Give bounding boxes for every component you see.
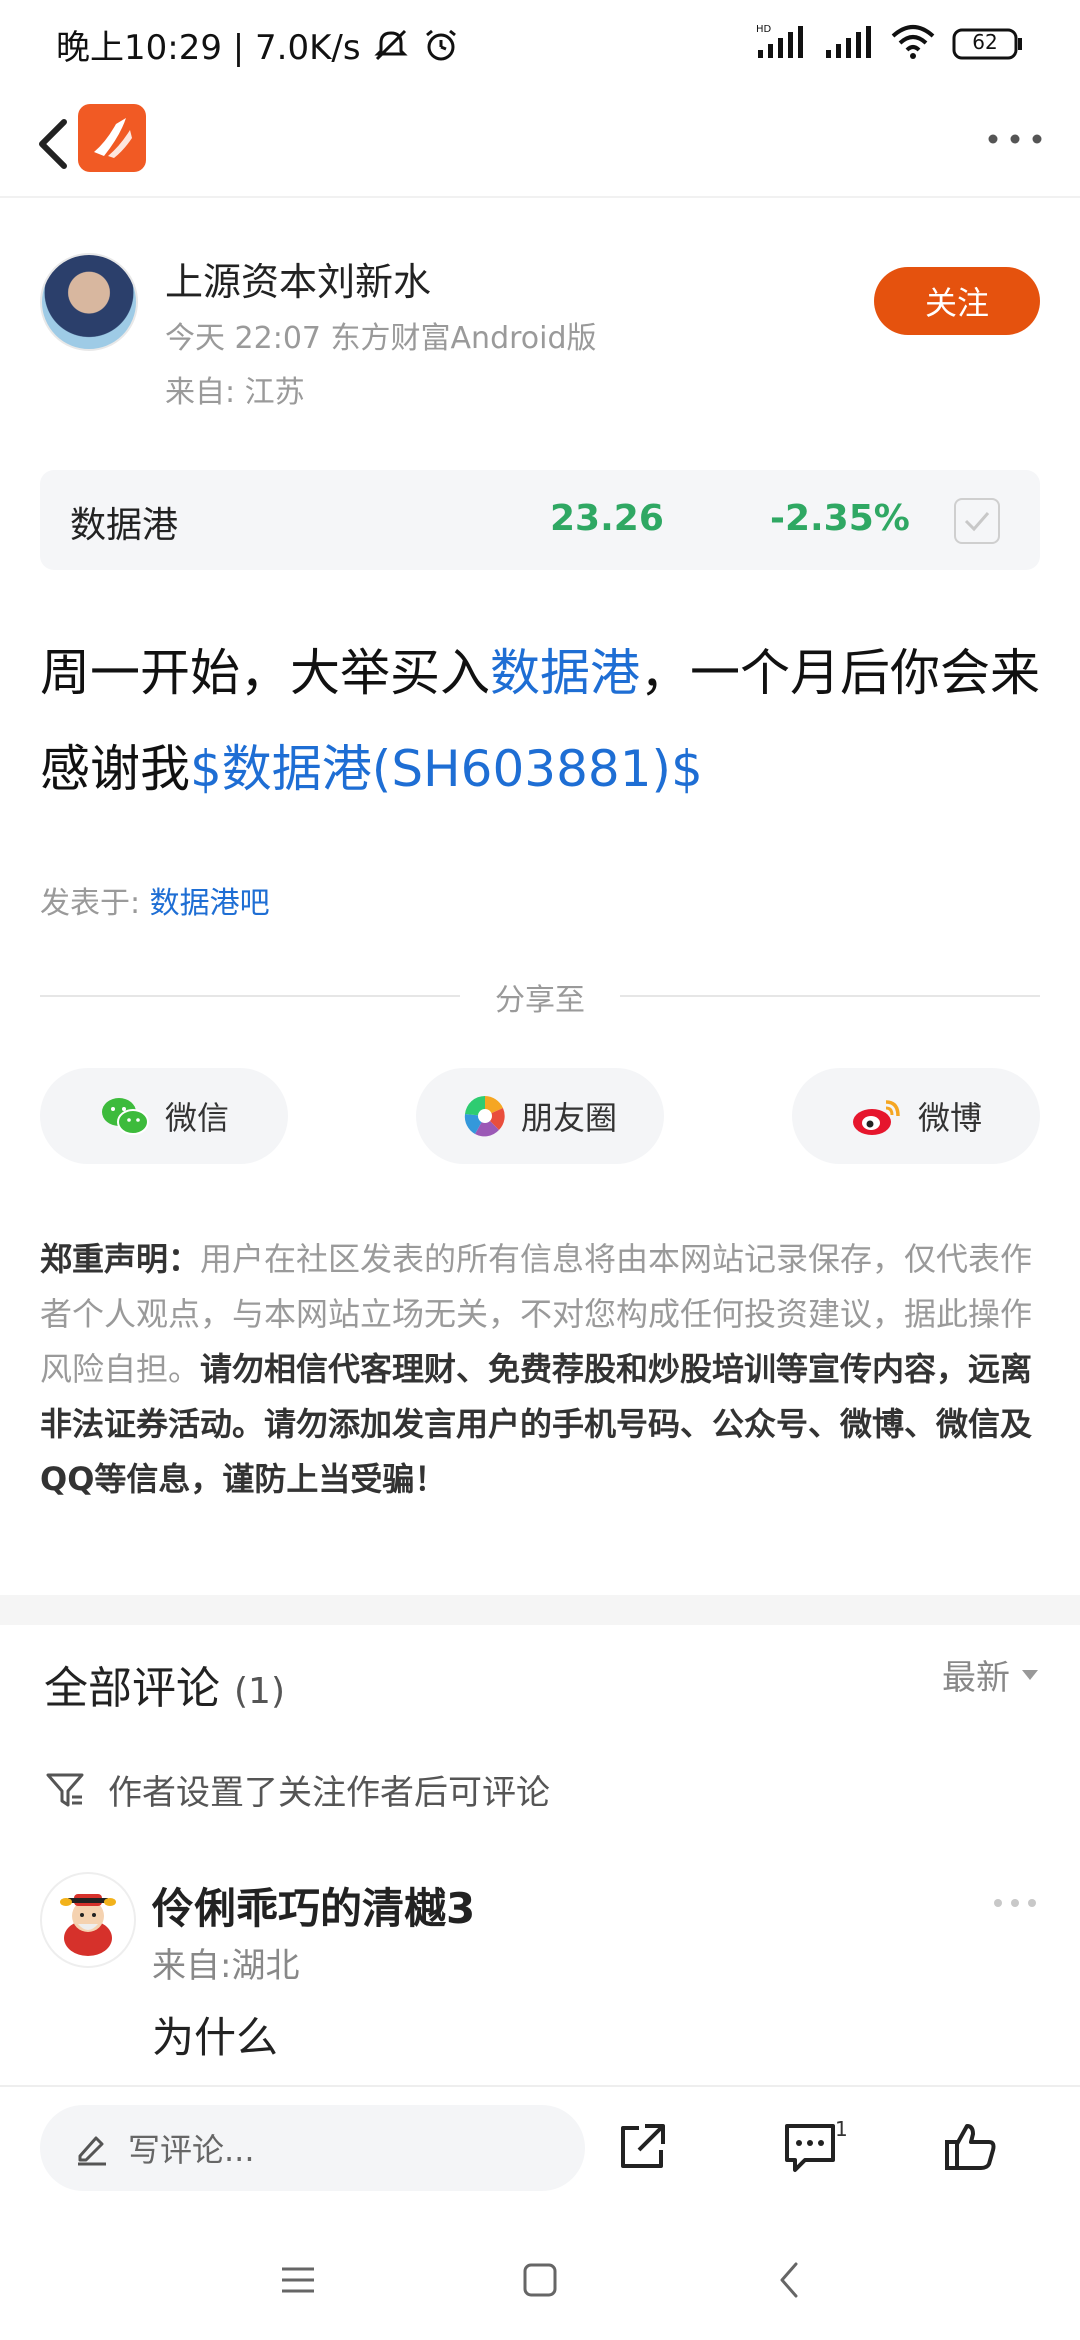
comments-button[interactable] bbox=[780, 2117, 840, 2177]
stock-code-link[interactable]: $数据港(SH603881)$ bbox=[190, 740, 703, 798]
posted-in: 发表于: 数据港吧 bbox=[40, 878, 270, 922]
comment-bubble-icon bbox=[785, 2124, 835, 2172]
signal-icon bbox=[824, 22, 874, 66]
posted-in-prefix: 发表于: bbox=[40, 886, 150, 921]
comments-count: (1) bbox=[234, 1671, 285, 1712]
weibo-icon bbox=[852, 1100, 900, 1135]
alarm-icon bbox=[421, 25, 461, 65]
comments-header: 全部评论 (1) bbox=[44, 1652, 285, 1716]
caret-down-icon bbox=[1022, 1669, 1038, 1680]
share-icon bbox=[621, 2124, 665, 2168]
commenter-avatar[interactable] bbox=[40, 1872, 136, 1968]
share-weibo-button[interactable]: 微博 bbox=[792, 1068, 1040, 1164]
home-button[interactable] bbox=[510, 2255, 570, 2305]
moments-icon bbox=[464, 1095, 505, 1137]
comment-notice-text: 作者设置了关注作者后可评论 bbox=[108, 1773, 550, 1813]
thumbs-up-icon bbox=[945, 2124, 996, 2170]
share-weibo-label: 微博 bbox=[917, 1099, 982, 1137]
comment-count-badge: 1 bbox=[835, 2117, 848, 2141]
like-button[interactable] bbox=[940, 2117, 1000, 2177]
more-dots-icon bbox=[988, 134, 1042, 144]
divider-line-right bbox=[620, 995, 1040, 997]
back-button[interactable] bbox=[22, 110, 82, 178]
comment-more-button[interactable] bbox=[990, 1888, 1040, 1918]
more-dots-icon bbox=[994, 1899, 1036, 1907]
forum-link[interactable]: 数据港吧 bbox=[150, 886, 270, 921]
author-section: 上源资本刘新水 今天 22:07 东方财富Android版 来自: 江苏 关注 bbox=[0, 245, 1080, 425]
mute-icon bbox=[371, 25, 411, 65]
system-back-button[interactable] bbox=[758, 2255, 818, 2305]
svg-text:HD: HD bbox=[756, 24, 772, 35]
write-comment-input[interactable]: 写评论... bbox=[40, 2105, 585, 2191]
sort-label: 最新 bbox=[942, 1658, 1010, 1698]
sort-dropdown[interactable]: 最新 bbox=[942, 1650, 1040, 1699]
bottom-action-bar: 写评论... 1 bbox=[0, 2085, 1080, 2215]
post-time-source: 今天 22:07 东方财富Android版 bbox=[165, 321, 597, 356]
stock-card[interactable]: 数据港 23.26 -2.35% bbox=[40, 470, 1040, 570]
status-time-speed: 晚上10:29 | 7.0K/s bbox=[56, 28, 361, 68]
chevron-left-icon bbox=[39, 119, 67, 169]
menu-icon bbox=[282, 2267, 314, 2293]
commenter-name[interactable]: 伶俐乖巧的清樾3 bbox=[152, 1875, 475, 1936]
status-bar: 晚上10:29 | 7.0K/s HD 62 bbox=[0, 0, 1080, 90]
stock-change: -2.35% bbox=[770, 498, 910, 539]
battery-level: 62 bbox=[972, 30, 998, 54]
wechat-icon bbox=[101, 1098, 149, 1135]
pencil-icon bbox=[78, 2136, 106, 2166]
share-divider: 分享至 bbox=[40, 975, 1040, 1018]
post-text-a: 周一开始，大举买入 bbox=[40, 644, 490, 702]
wifi-icon bbox=[890, 22, 936, 66]
disclaimer-title: 郑重声明： bbox=[40, 1240, 201, 1278]
share-wechat-button[interactable]: 微信 bbox=[40, 1068, 288, 1164]
disclaimer: 郑重声明：用户在社区发表的所有信息将由本网站记录保存，仅代表作者个人观点，与本网… bbox=[40, 1232, 1050, 1507]
share-wechat-label: 微信 bbox=[164, 1099, 229, 1137]
home-square-icon bbox=[523, 2263, 557, 2297]
chevron-left-icon bbox=[780, 2262, 798, 2298]
post-content: 周一开始，大举买入数据港，一个月后你会来感谢我$数据港(SH603881)$ bbox=[40, 625, 1050, 817]
status-left: 晚上10:29 | 7.0K/s bbox=[56, 20, 461, 69]
more-options-button[interactable] bbox=[980, 114, 1050, 164]
battery-icon: 62 bbox=[952, 27, 1024, 61]
author-avatar[interactable] bbox=[40, 253, 138, 351]
share-moments-button[interactable]: 朋友圈 bbox=[416, 1068, 664, 1164]
follow-button[interactable]: 关注 bbox=[874, 267, 1040, 335]
status-right: HD 62 bbox=[756, 22, 1024, 66]
section-separator bbox=[0, 1595, 1080, 1625]
comment-text: 为什么 bbox=[152, 2013, 279, 2062]
author-location: 来自: 江苏 bbox=[165, 375, 305, 410]
comment-permission-notice: 作者设置了关注作者后可评论 bbox=[44, 1765, 550, 1814]
divider-line-left bbox=[40, 995, 460, 997]
stock-mention-link[interactable]: 数据港 bbox=[490, 644, 640, 702]
stock-name: 数据港 bbox=[70, 505, 179, 546]
comments-title: 全部评论 bbox=[44, 1663, 220, 1714]
author-name[interactable]: 上源资本刘新水 bbox=[165, 251, 431, 306]
check-icon bbox=[964, 512, 990, 532]
commenter-location: 来自:湖北 bbox=[152, 1946, 300, 1986]
fortune-god-avatar-icon bbox=[60, 1894, 116, 1956]
stock-price: 23.26 bbox=[550, 498, 664, 539]
share-button[interactable] bbox=[612, 2117, 672, 2177]
write-comment-placeholder: 写评论... bbox=[128, 2131, 255, 2169]
system-nav-bar bbox=[0, 2215, 1080, 2340]
menu-button[interactable] bbox=[268, 2255, 328, 2305]
top-nav bbox=[0, 90, 1080, 198]
filter-icon bbox=[46, 1773, 84, 1806]
add-watchlist-checkbox[interactable] bbox=[954, 498, 1000, 544]
share-label: 分享至 bbox=[495, 983, 585, 1018]
east-money-logo-icon[interactable] bbox=[78, 104, 146, 172]
signal-hd-icon: HD bbox=[756, 22, 808, 66]
share-moments-label: 朋友圈 bbox=[520, 1099, 617, 1137]
